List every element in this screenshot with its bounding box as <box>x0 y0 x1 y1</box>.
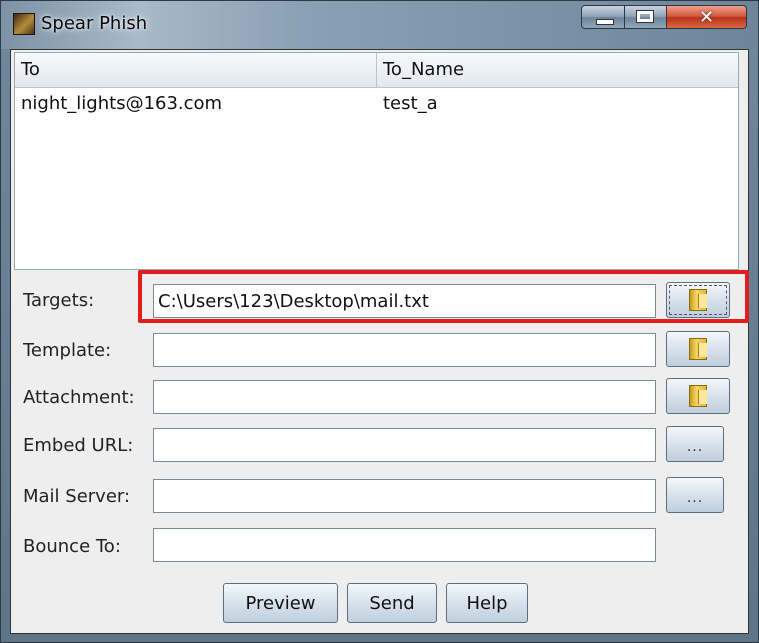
cell-to: night_lights@163.com <box>21 93 223 114</box>
targets-label: Targets: <box>23 290 95 311</box>
column-header-to-name[interactable]: To_Name <box>377 53 738 87</box>
targets-field[interactable] <box>153 284 656 318</box>
title-bar[interactable]: Spear Phish ✕ <box>1 1 758 49</box>
minimize-button[interactable] <box>581 5 625 29</box>
preview-button[interactable]: Preview <box>223 583 338 623</box>
minimize-icon <box>596 19 614 25</box>
spear-phish-window: Spear Phish ✕ To To_Name night_lights@16… <box>0 0 759 643</box>
maximize-button[interactable] <box>625 5 667 29</box>
close-icon: ✕ <box>698 6 715 28</box>
window-controls: ✕ <box>581 5 747 29</box>
mail-server-button[interactable]: ... <box>666 477 724 513</box>
ellipsis-icon: ... <box>686 490 704 506</box>
attachment-browse-button[interactable] <box>666 378 730 414</box>
send-button[interactable]: Send <box>347 583 437 623</box>
bounce-to-label: Bounce To: <box>23 536 121 557</box>
folder-icon <box>689 289 707 311</box>
table-row[interactable]: night_lights@163.com test_a <box>15 87 738 121</box>
ellipsis-icon: ... <box>686 439 704 455</box>
template-browse-button[interactable] <box>666 331 730 367</box>
maximize-icon <box>636 10 654 23</box>
mail-server-label: Mail Server: <box>23 486 131 507</box>
table-header: To To_Name <box>15 53 738 88</box>
folder-icon <box>689 385 707 407</box>
attachment-field[interactable] <box>153 380 656 414</box>
targets-table[interactable]: To To_Name night_lights@163.com test_a <box>14 52 739 270</box>
bounce-to-field[interactable] <box>153 528 656 562</box>
embed-url-field[interactable] <box>153 428 656 462</box>
app-icon <box>13 13 35 35</box>
folder-icon <box>689 338 707 360</box>
mail-server-field[interactable] <box>153 479 656 513</box>
column-header-to[interactable]: To <box>15 53 377 87</box>
help-button[interactable]: Help <box>446 583 528 623</box>
embed-url-button[interactable]: ... <box>666 426 724 462</box>
template-label: Template: <box>23 340 112 361</box>
dialog-content: To To_Name night_lights@163.com test_a T… <box>10 49 749 634</box>
template-field[interactable] <box>153 333 656 367</box>
embed-url-label: Embed URL: <box>23 435 134 456</box>
window-title: Spear Phish <box>41 13 148 34</box>
close-button[interactable]: ✕ <box>667 5 747 29</box>
targets-browse-button[interactable] <box>666 282 730 318</box>
attachment-label: Attachment: <box>23 387 135 408</box>
cell-to-name: test_a <box>383 93 438 114</box>
